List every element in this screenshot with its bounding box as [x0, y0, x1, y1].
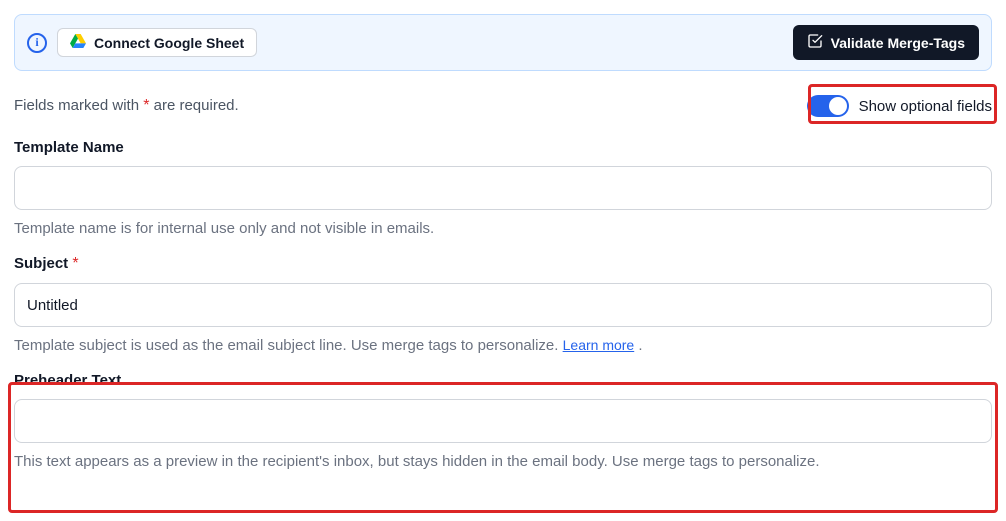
toggle-switch-on [807, 95, 849, 117]
template-name-label: Template Name [14, 139, 992, 156]
validate-label: Validate Merge-Tags [831, 35, 965, 51]
template-name-field: Template Name Template name is for inter… [14, 139, 992, 237]
google-drive-icon [70, 34, 86, 51]
template-name-input[interactable] [14, 166, 992, 210]
template-name-help: Template name is for internal use only a… [14, 220, 992, 237]
info-banner: i Connect Google Sheet Validate Merge-Ta… [14, 14, 992, 71]
preheader-label: Preheader Text [14, 372, 992, 389]
learn-more-link[interactable]: Learn more [563, 337, 635, 353]
meta-row: Fields marked with * are required. Show … [14, 95, 992, 117]
info-icon: i [27, 33, 47, 53]
preheader-input[interactable] [14, 399, 992, 443]
preheader-help: This text appears as a preview in the re… [14, 453, 992, 470]
required-note: Fields marked with * are required. [14, 97, 239, 115]
preheader-field: Preheader Text This text appears as a pr… [14, 372, 992, 470]
subject-input[interactable] [14, 283, 992, 327]
connect-google-sheet-button[interactable]: Connect Google Sheet [57, 28, 257, 57]
show-optional-fields-toggle[interactable]: Show optional fields [807, 95, 992, 117]
subject-label: Subject * [14, 255, 992, 273]
validate-merge-tags-button[interactable]: Validate Merge-Tags [793, 25, 979, 60]
connect-label: Connect Google Sheet [94, 35, 244, 51]
toggle-label: Show optional fields [859, 98, 992, 115]
banner-left: i Connect Google Sheet [27, 28, 257, 57]
subject-help: Template subject is used as the email su… [14, 337, 992, 354]
toggle-knob [829, 97, 847, 115]
required-star: * [72, 255, 78, 272]
subject-field: Subject * Template subject is used as th… [14, 255, 992, 354]
check-square-icon [807, 33, 823, 52]
